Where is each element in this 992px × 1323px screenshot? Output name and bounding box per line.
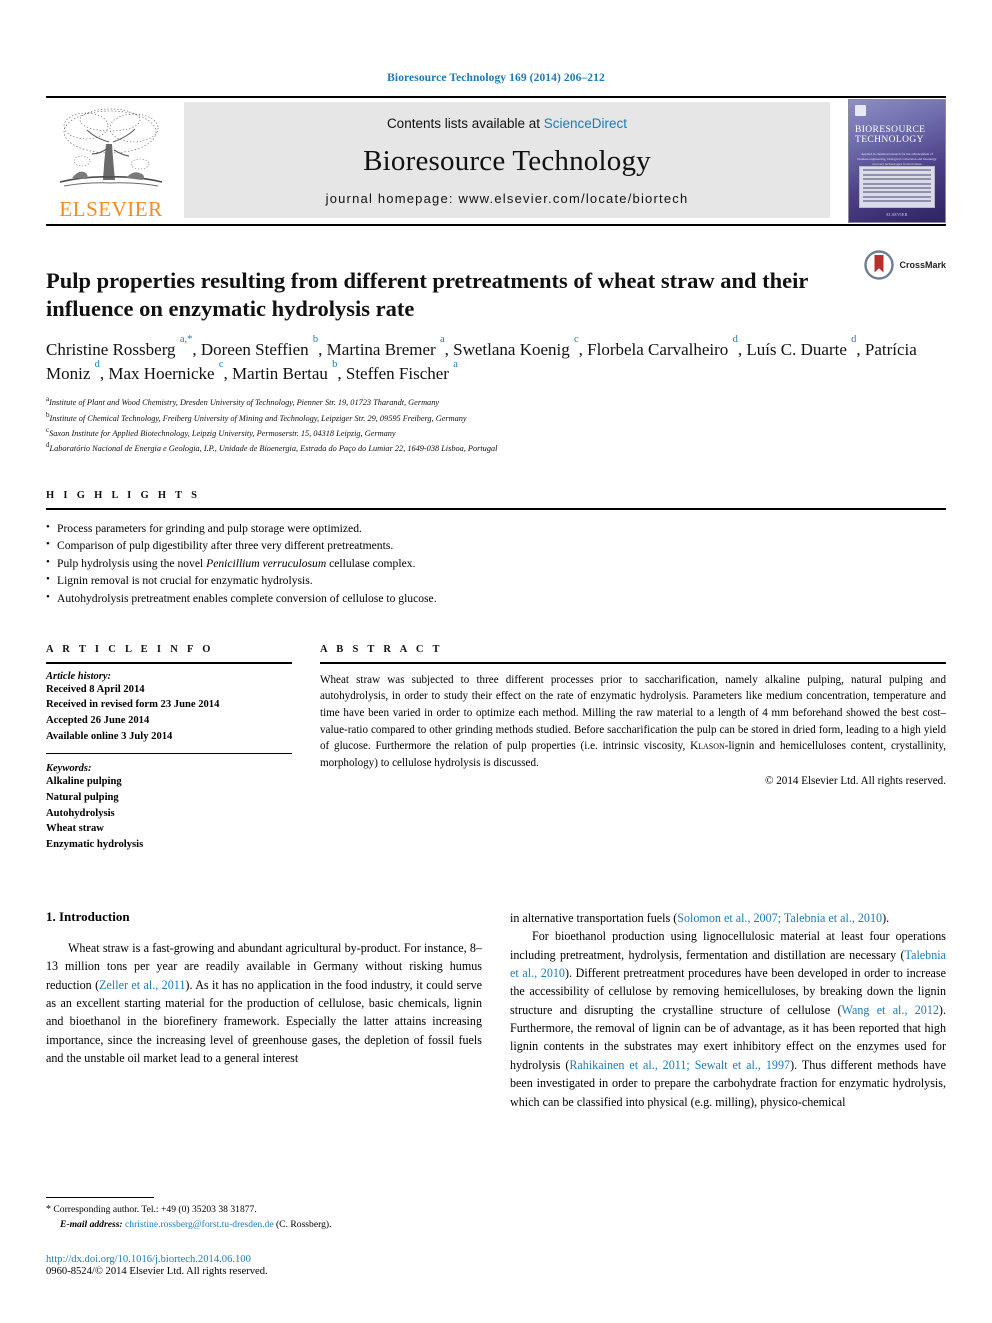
keyword-item: Enzymatic hydrolysis	[46, 839, 144, 851]
cover-elsevier-mark-icon	[855, 105, 866, 116]
keyword-item: Wheat straw	[46, 823, 104, 835]
contents-prefix: Contents lists available at	[386, 116, 544, 131]
journal-banner: ELSEVIER Contents lists available at Sci…	[46, 98, 946, 224]
highlights-rule	[46, 507, 946, 510]
abstract-heading: A B S T R A C T	[320, 643, 443, 655]
email-line: E-mail address: christine.rossberg@forst…	[46, 1218, 458, 1232]
history-item: Received 8 April 2014	[46, 683, 145, 695]
paragraph: in alternative transportation fuels (Sol…	[510, 910, 890, 925]
body-column-right: in alternative transportation fuels (Sol…	[510, 909, 946, 1111]
keywords-label: Keywords:	[46, 763, 92, 775]
affiliation-text: Institute of Plant and Wood Chemistry, D…	[49, 397, 440, 407]
article-info-section: A R T I C L E I N F O Article history: R…	[46, 644, 292, 853]
body-columns: 1. Introduction Wheat straw is a fast-gr…	[46, 909, 946, 1111]
highlight-item: Autohydrolysis pretreatment enables comp…	[46, 589, 946, 608]
footnote-area: * Corresponding author. Tel.: +49 (0) 35…	[46, 1197, 458, 1277]
cover-image: BIORESOURCE TECHNOLOGY Applied in chemic…	[848, 99, 946, 223]
highlight-item: Pulp hydrolysis using the novel Penicill…	[46, 554, 946, 573]
history-item: Accepted 26 June 2014	[46, 715, 150, 727]
article-info-heading: A R T I C L E I N F O	[46, 643, 214, 655]
email-link[interactable]: christine.rossberg@forst.tu-dresden.de	[125, 1219, 274, 1230]
paper-page: Bioresource Technology 169 (2014) 206–21…	[0, 0, 992, 1323]
article-history-lines: Received 8 April 2014 Received in revise…	[46, 682, 292, 745]
cover-title: BIORESOURCE TECHNOLOGY	[855, 125, 939, 146]
doi-block: http://dx.doi.org/10.1016/j.biortech.201…	[46, 1254, 458, 1277]
abstract-copyright: © 2014 Elsevier Ltd. All rights reserved…	[765, 774, 946, 787]
highlight-item: Comparison of pulp digestibility after t…	[46, 536, 946, 555]
affiliation-text: Saxon Institute for Applied Biotechnolog…	[49, 428, 396, 438]
journal-cover-thumbnail: BIORESOURCE TECHNOLOGY Applied in chemic…	[838, 98, 946, 224]
article-history-block: Article history: Received 8 April 2014 R…	[46, 671, 292, 745]
highlight-item: Lignin removal is not crucial for enzyma…	[46, 572, 946, 590]
keyword-item: Alkaline pulping	[46, 776, 122, 788]
highlights-list: Process parameters for grinding and pulp…	[46, 519, 946, 608]
affiliation-list: aInstitute of Plant and Wood Chemistry, …	[46, 394, 946, 456]
affiliation-item: bInstitute of Chemical Technology, Freib…	[46, 410, 946, 425]
running-head: Bioresource Technology 169 (2014) 206–21…	[387, 72, 605, 84]
email-owner: (C. Rossberg).	[275, 1218, 332, 1230]
affiliation-item: dLaboratório Nacional de Energia e Geolo…	[46, 440, 946, 455]
abstract-rule	[320, 661, 946, 664]
highlights-heading: H I G H L I G H T S	[46, 489, 201, 501]
title-area: Pulp properties resulting from different…	[46, 226, 946, 323]
info-abstract-row: A R T I C L E I N F O Article history: R…	[46, 644, 946, 853]
page-title: Pulp properties resulting from different…	[46, 268, 809, 321]
banner-center: Contents lists available at ScienceDirec…	[184, 102, 830, 218]
corresponding-author-line: * Corresponding author. Tel.: +49 (0) 35…	[46, 1204, 257, 1216]
crossmark-badge[interactable]: CrossMark	[864, 250, 946, 280]
affiliation-text: Laboratório Nacional de Energia e Geolog…	[49, 444, 498, 454]
contents-available-line: Contents lists available at ScienceDirec…	[387, 116, 627, 131]
keywords-rule	[46, 753, 292, 755]
paragraph: For bioethanol production using lignocel…	[510, 929, 946, 1109]
doi-link[interactable]: http://dx.doi.org/10.1016/j.biortech.201…	[46, 1254, 458, 1265]
affiliation-item: aInstitute of Plant and Wood Chemistry, …	[46, 394, 946, 409]
abstract-body: Wheat straw was subjected to three diffe…	[320, 673, 946, 769]
keywords-block: Keywords: Alkaline pulping Natural pulpi…	[46, 763, 292, 852]
author-list: Christine Rossberg a,*, Doreen Steffien …	[46, 334, 917, 384]
article-history-label: Article history:	[46, 670, 112, 682]
issn-copyright-line: 0960-8524/© 2014 Elsevier Ltd. All right…	[46, 1266, 268, 1277]
crossmark-label: CrossMark	[899, 260, 946, 270]
cover-title-line2: TECHNOLOGY	[855, 134, 924, 145]
history-item: Received in revised form 23 June 2014	[46, 699, 220, 711]
abstract-section: A B S T R A C T Wheat straw was subjecte…	[320, 644, 946, 853]
paragraph: Wheat straw is a fast-growing and abunda…	[46, 940, 483, 1065]
keyword-item: Natural pulping	[46, 792, 119, 804]
cover-figure-box	[859, 166, 935, 208]
email-label: E-mail address:	[60, 1218, 123, 1230]
article-info-rule	[46, 661, 292, 664]
footnote-rule	[46, 1197, 154, 1199]
sciencedirect-link[interactable]: ScienceDirect	[544, 116, 627, 131]
introduction-heading: 1. Introduction	[46, 908, 130, 924]
body-column-left: 1. Introduction Wheat straw is a fast-gr…	[46, 909, 482, 1111]
affiliation-text: Institute of Chemical Technology, Freibe…	[49, 413, 467, 423]
elsevier-wordmark: ELSEVIER	[59, 197, 163, 221]
keywords-lines: Alkaline pulping Natural pulping Autohyd…	[46, 774, 292, 852]
elsevier-tree-icon	[59, 108, 163, 187]
cover-publisher: ELSEVIER	[886, 212, 908, 217]
affiliation-item: cSaxon Institute for Applied Biotechnolo…	[46, 425, 946, 440]
journal-homepage[interactable]: journal homepage: www.elsevier.com/locat…	[326, 191, 689, 206]
highlights-section: H I G H L I G H T S Process parameters f…	[46, 490, 946, 608]
journal-title: Bioresource Technology	[363, 144, 651, 177]
keyword-item: Autohydrolysis	[46, 807, 115, 819]
highlight-item: Process parameters for grinding and pulp…	[46, 519, 946, 538]
elsevier-logo: ELSEVIER	[46, 98, 176, 224]
history-item: Available online 3 July 2014	[46, 730, 173, 742]
crossmark-icon	[864, 250, 895, 280]
